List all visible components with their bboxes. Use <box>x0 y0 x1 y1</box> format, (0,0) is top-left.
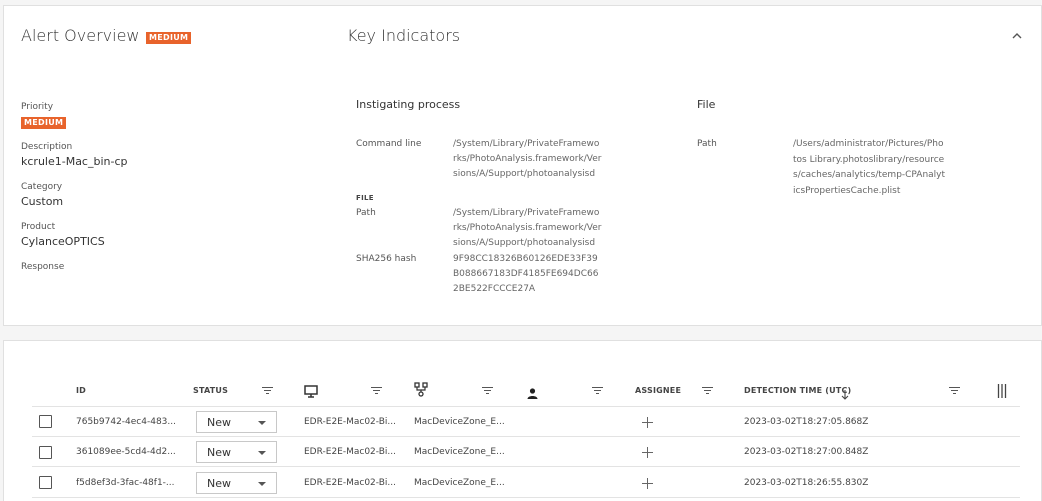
category-value: Custom <box>21 195 64 208</box>
product-label: Product <box>21 222 56 232</box>
assignee-filter-icon[interactable] <box>702 387 713 395</box>
row-divider <box>32 497 1020 498</box>
chevron-up-icon[interactable] <box>1010 28 1024 42</box>
file-path-value: /Users/administrator/Pictures/Photos Lib… <box>793 139 946 196</box>
row-divider <box>32 436 1020 437</box>
file-title: File <box>697 98 716 111</box>
row-divider <box>32 466 1020 467</box>
category-label: Category <box>21 182 63 192</box>
sha256-label: SHA256 hash <box>356 254 417 264</box>
detection-time: 2023-03-02T18:26:55.830Z <box>744 478 869 488</box>
time-filter-icon[interactable] <box>949 387 960 395</box>
add-assignee-icon[interactable] <box>642 447 653 458</box>
caret-down-icon <box>258 451 266 455</box>
row-checkbox[interactable] <box>39 415 52 428</box>
column-header-assignee[interactable]: ASSIGNEE <box>635 386 681 395</box>
device-zone-icon[interactable] <box>414 382 428 401</box>
command-line-label: Command line <box>356 139 422 149</box>
alert-details-card: Alert Overview MEDIUM Priority MEDIUM De… <box>3 5 1042 326</box>
sha256-value: 9F98CC18326B60126EDE33F39B088667183DF418… <box>453 254 599 294</box>
severity-badge: MEDIUM <box>146 32 192 44</box>
device-name[interactable]: EDR-E2E-Mac02-Bi... <box>304 447 396 457</box>
row-checkbox[interactable] <box>39 446 52 459</box>
user-filter-icon[interactable] <box>592 387 603 395</box>
alert-overview-title: Alert Overview <box>21 26 140 45</box>
column-settings-icon[interactable] <box>997 383 1007 402</box>
user-icon[interactable] <box>527 384 538 403</box>
process-path-label: Path <box>356 208 376 218</box>
device-filter-icon[interactable] <box>371 387 382 395</box>
status-value: New <box>207 477 231 490</box>
column-header-id[interactable]: ID <box>76 386 86 395</box>
product-value: CylanceOPTICS <box>21 235 105 248</box>
file-path-label: Path <box>697 139 717 149</box>
key-indicators-title: Key Indicators <box>347 26 461 45</box>
response-label: Response <box>21 262 65 272</box>
priority-badge: MEDIUM <box>21 117 67 129</box>
device-name[interactable]: EDR-E2E-Mac02-Bi... <box>304 478 396 488</box>
alert-id[interactable]: 361089ee-5cd4-4d2... <box>76 447 176 457</box>
instigating-process-title: Instigating process <box>356 98 461 111</box>
status-value: New <box>207 416 231 429</box>
zone-filter-icon[interactable] <box>482 387 493 395</box>
caret-down-icon <box>258 421 266 425</box>
process-path-value: /System/Library/PrivateFrameworks/PhotoA… <box>453 208 602 248</box>
description-label: Description <box>21 142 73 152</box>
add-assignee-icon[interactable] <box>642 417 653 428</box>
monitor-icon[interactable] <box>304 383 318 402</box>
alert-id[interactable]: f5d8ef3d-3fac-48f1-... <box>76 478 175 488</box>
device-zone[interactable]: MacDeviceZone_E... <box>414 417 505 427</box>
status-dropdown[interactable]: New <box>196 411 277 433</box>
detection-time: 2023-03-02T18:27:00.848Z <box>744 447 869 457</box>
status-dropdown[interactable]: New <box>196 472 277 494</box>
status-dropdown[interactable]: New <box>196 441 277 463</box>
device-name[interactable]: EDR-E2E-Mac02-Bi... <box>304 417 396 427</box>
chevron-up-icon-svg <box>1012 33 1022 39</box>
detection-time: 2023-03-02T18:27:05.868Z <box>744 417 869 427</box>
status-filter-icon[interactable] <box>262 387 273 395</box>
device-zone[interactable]: MacDeviceZone_E... <box>414 447 505 457</box>
device-zone[interactable]: MacDeviceZone_E... <box>414 478 505 488</box>
arrow-down-icon[interactable] <box>841 385 849 404</box>
status-value: New <box>207 446 231 459</box>
file-section-label: FILE <box>356 194 374 202</box>
alert-id[interactable]: 765b9742-4ec4-483... <box>76 417 176 427</box>
command-line-value: /System/Library/PrivateFrameworks/PhotoA… <box>453 139 602 179</box>
column-header-status[interactable]: STATUS <box>193 386 228 395</box>
header-divider <box>32 406 1020 407</box>
column-header-detection-time[interactable]: DETECTION TIME (UTC) <box>744 386 851 395</box>
row-checkbox[interactable] <box>39 476 52 489</box>
add-assignee-icon[interactable] <box>642 478 653 489</box>
description-value: kcrule1-Mac_bin-cp <box>21 155 128 168</box>
priority-label: Priority <box>21 102 54 112</box>
caret-down-icon <box>258 482 266 486</box>
